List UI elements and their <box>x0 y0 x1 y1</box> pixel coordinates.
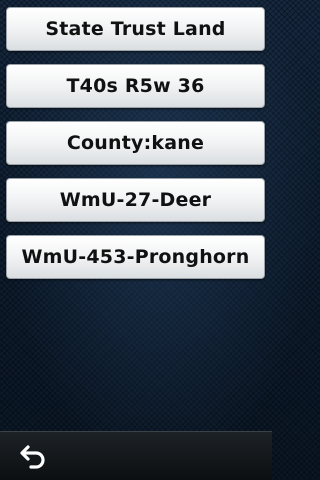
wmu-pronghorn-button[interactable]: WmU-453-Pronghorn <box>6 235 265 279</box>
back-arrow-icon <box>20 445 45 469</box>
button-label: T40s R5w 36 <box>66 75 205 97</box>
button-label: County:kane <box>66 132 205 154</box>
button-label: State Trust Land <box>45 18 226 40</box>
township-range-button[interactable]: T40s R5w 36 <box>6 64 265 108</box>
button-label: WmU-453-Pronghorn <box>21 246 250 268</box>
wmu-deer-button[interactable]: WmU-27-Deer <box>6 178 265 222</box>
screen: State Trust Land T40s R5w 36 County:kane… <box>0 0 272 480</box>
button-label: WmU-27-Deer <box>59 189 212 211</box>
county-button[interactable]: County:kane <box>6 121 265 165</box>
state-trust-land-button[interactable]: State Trust Land <box>6 7 265 51</box>
back-button[interactable] <box>8 436 60 476</box>
bottom-toolbar <box>0 431 272 480</box>
info-button-list: State Trust Land T40s R5w 36 County:kane… <box>6 7 265 292</box>
